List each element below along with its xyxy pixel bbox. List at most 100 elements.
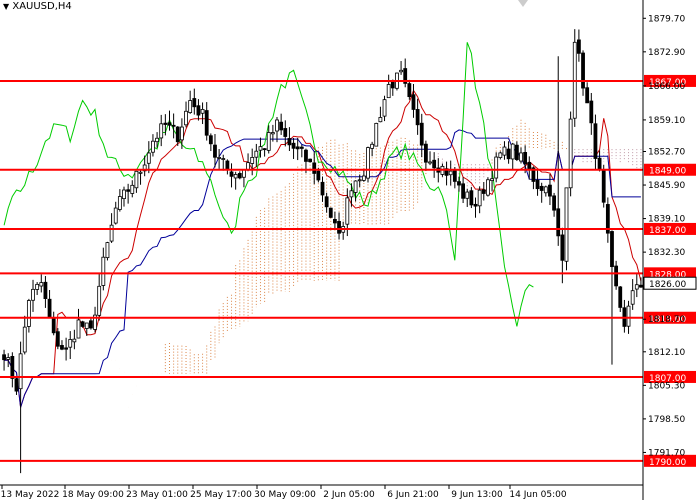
candle-body [60,345,64,350]
y-tick-label: 1839.10 [648,215,685,225]
candle-body [76,319,81,339]
y-tick-label: 1818.70 [648,315,685,325]
candle-body [473,203,478,207]
candle-body [399,69,403,73]
ichimoku-lines [3,42,642,408]
candle-body [618,286,623,308]
candle-body [527,162,532,170]
candle-body [353,180,358,193]
x-tick-label: 25 May 17:00 [190,490,252,500]
candle-body [465,191,470,199]
candle-body [610,231,614,268]
candle-body [295,146,300,150]
candle-body [126,189,131,192]
x-tick-label: 6 Jun 21:00 [387,490,439,500]
candle-body [477,189,482,207]
level-label: 1790.00 [649,458,686,468]
candle-body [337,221,341,234]
menu-triangle-icon[interactable]: ▼ [3,2,9,11]
candle-body [287,138,292,146]
candle-body [382,99,387,117]
candle-body [498,152,503,158]
candle-body [423,143,428,163]
symbol-label: XAUUSD,H4 [12,1,72,12]
candle-body [535,179,540,190]
candle-body [428,161,432,164]
candle-body [138,171,143,174]
candle-body [304,149,308,162]
candle-body [333,219,337,224]
candle-body [494,156,499,179]
candle-body [179,126,184,141]
candle-body [560,234,565,261]
candle-body [548,184,552,197]
candle-body [452,169,457,182]
candle-body [639,284,643,288]
candle-body [105,242,110,259]
candle-body [192,98,197,108]
candle-body [299,146,304,149]
candle-body [250,157,255,164]
candle-body [233,174,238,179]
candle-body [208,135,213,145]
candle-body [229,171,234,177]
candle-body [581,52,585,89]
candle-body [308,158,312,163]
candle-body [597,157,602,170]
candle-body [490,178,494,181]
y-tick-label: 1866.00 [648,82,685,92]
candle-body [589,100,594,124]
candle-body [585,87,590,104]
candle-body [506,148,511,160]
y-tick-label: 1859.10 [648,116,685,126]
y-tick-label: 1791.70 [648,448,685,458]
candle-body [101,256,106,286]
candle-body [552,195,556,211]
y-tick-label: 1852.70 [648,147,685,157]
candle-body [196,105,201,116]
candle-body [109,224,114,242]
candle-body [26,300,31,327]
x-tick-label: 18 May 09:00 [62,490,124,500]
candle-body [254,150,259,158]
y-tick-label: 1812.10 [648,348,685,358]
candle-body [279,121,284,131]
candle-body [577,39,581,54]
candle-body [390,81,395,89]
candle-body [481,189,486,194]
candlestick-series [2,29,643,474]
price-chart: 1867.001849.001837.001828.001819.001807.… [0,0,697,500]
candle-body [64,347,68,350]
candle-body [258,146,263,151]
candle-body [366,147,370,179]
y-tick-label: 1845.90 [648,181,685,191]
x-tick-label: 23 May 01:00 [126,490,188,500]
chart-title: ▼ XAUUSD,H4 [3,1,72,12]
candle-body [184,110,188,126]
candle-body [159,123,164,139]
candle-body [502,146,507,156]
candle-body [213,144,217,158]
candle-body [630,290,635,305]
candle-body [2,354,6,361]
candle-body [39,282,44,287]
y-tick-label: 1879.70 [648,14,685,24]
candle-body [225,160,230,170]
candle-body [419,122,424,146]
candle-body [72,338,77,343]
candle-body [89,320,93,329]
level-label: 1849.00 [649,167,686,177]
candle-body [171,124,176,127]
x-tick-label: 2 Jun 05:00 [323,490,375,500]
candle-body [84,322,89,329]
current-price-label: 1826.00 [649,280,686,290]
candle-body [514,144,519,160]
candle-body [55,331,60,347]
candle-body [51,317,56,334]
candle-body [614,265,619,287]
candle-body [10,356,15,379]
candle-body [134,170,139,189]
candle-body [543,186,548,194]
candle-body [407,83,412,98]
candle-body [519,152,523,162]
